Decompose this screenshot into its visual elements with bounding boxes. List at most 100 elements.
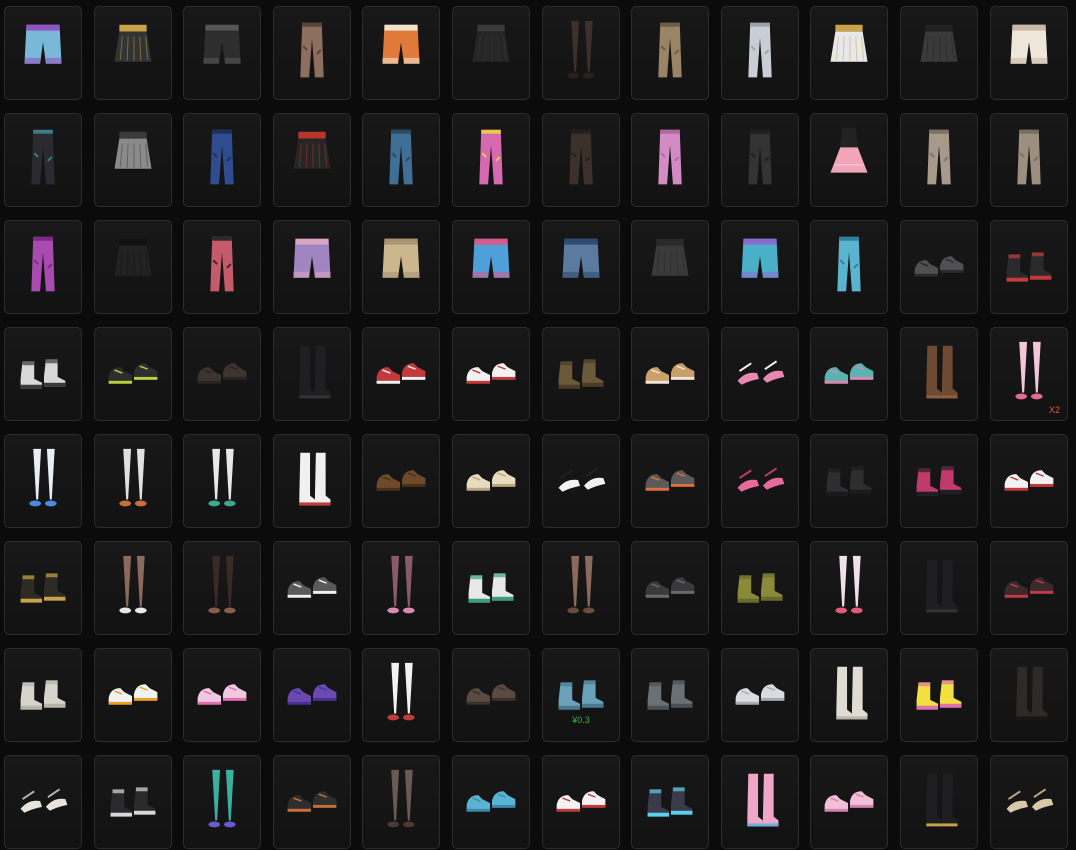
inventory-slot[interactable] xyxy=(94,648,172,742)
inventory-slot[interactable] xyxy=(810,113,888,207)
inventory-slot[interactable] xyxy=(273,113,351,207)
inventory-slot[interactable] xyxy=(4,755,82,849)
inventory-slot[interactable] xyxy=(183,220,261,314)
inventory-slot[interactable] xyxy=(362,434,440,528)
inventory-slot[interactable] xyxy=(452,113,530,207)
inventory-slot[interactable] xyxy=(990,113,1068,207)
inventory-slot[interactable] xyxy=(900,220,978,314)
inventory-slot[interactable] xyxy=(810,327,888,421)
inventory-slot[interactable] xyxy=(452,434,530,528)
inventory-slot[interactable] xyxy=(362,755,440,849)
inventory-slot[interactable] xyxy=(631,327,709,421)
inventory-slot[interactable] xyxy=(273,327,351,421)
inventory-slot[interactable] xyxy=(452,327,530,421)
inventory-slot[interactable] xyxy=(542,220,620,314)
inventory-slot[interactable] xyxy=(362,220,440,314)
inventory-slot[interactable] xyxy=(900,648,978,742)
inventory-slot[interactable] xyxy=(721,113,799,207)
inventory-slot[interactable] xyxy=(810,648,888,742)
inventory-slot[interactable] xyxy=(94,327,172,421)
inventory-slot[interactable] xyxy=(362,6,440,100)
inventory-slot[interactable] xyxy=(273,648,351,742)
inventory-slot[interactable] xyxy=(94,113,172,207)
inventory-slot[interactable] xyxy=(900,434,978,528)
inventory-slot[interactable] xyxy=(990,434,1068,528)
inventory-slot[interactable] xyxy=(631,434,709,528)
inventory-slot[interactable] xyxy=(94,755,172,849)
inventory-slot[interactable] xyxy=(273,755,351,849)
inventory-slot[interactable] xyxy=(362,541,440,635)
inventory-slot[interactable] xyxy=(183,434,261,528)
inventory-slot[interactable] xyxy=(721,6,799,100)
inventory-slot[interactable] xyxy=(4,220,82,314)
inventory-slot[interactable] xyxy=(810,755,888,849)
inventory-slot[interactable] xyxy=(4,648,82,742)
inventory-slot[interactable] xyxy=(542,541,620,635)
inventory-slot[interactable] xyxy=(273,220,351,314)
inventory-slot[interactable] xyxy=(4,434,82,528)
inventory-slot[interactable] xyxy=(721,755,799,849)
inventory-slot[interactable] xyxy=(452,648,530,742)
inventory-slot[interactable] xyxy=(4,113,82,207)
inventory-slot[interactable] xyxy=(542,755,620,849)
inventory-slot[interactable] xyxy=(542,434,620,528)
inventory-slot[interactable] xyxy=(990,755,1068,849)
inventory-slot[interactable] xyxy=(990,541,1068,635)
inventory-slot[interactable] xyxy=(94,541,172,635)
tall-boots-icon xyxy=(1016,666,1048,720)
inventory-slot[interactable] xyxy=(990,6,1068,100)
inventory-slot[interactable] xyxy=(542,327,620,421)
inventory-slot[interactable] xyxy=(990,220,1068,314)
inventory-slot[interactable] xyxy=(452,6,530,100)
inventory-slot[interactable] xyxy=(900,541,978,635)
inventory-slot[interactable] xyxy=(4,327,82,421)
inventory-slot[interactable] xyxy=(273,434,351,528)
inventory-slot[interactable] xyxy=(273,541,351,635)
inventory-slot[interactable] xyxy=(721,327,799,421)
inventory-slot[interactable] xyxy=(183,6,261,100)
inventory-slot[interactable] xyxy=(631,755,709,849)
inventory-slot[interactable] xyxy=(810,220,888,314)
inventory-slot[interactable] xyxy=(721,220,799,314)
inventory-slot[interactable] xyxy=(631,220,709,314)
inventory-slot[interactable] xyxy=(900,113,978,207)
inventory-slot[interactable] xyxy=(631,541,709,635)
inventory-slot[interactable] xyxy=(631,6,709,100)
inventory-slot[interactable] xyxy=(4,541,82,635)
inventory-slot[interactable] xyxy=(94,220,172,314)
inventory-slot[interactable] xyxy=(721,541,799,635)
inventory-slot[interactable] xyxy=(183,648,261,742)
inventory-slot[interactable] xyxy=(721,648,799,742)
inventory-slot[interactable] xyxy=(362,113,440,207)
inventory-slot[interactable] xyxy=(900,327,978,421)
inventory-slot[interactable] xyxy=(542,113,620,207)
inventory-slot[interactable] xyxy=(452,541,530,635)
inventory-slot[interactable] xyxy=(810,434,888,528)
inventory-slot[interactable] xyxy=(900,6,978,100)
inventory-slot[interactable] xyxy=(810,6,888,100)
inventory-slot[interactable] xyxy=(631,648,709,742)
inventory-slot[interactable] xyxy=(94,6,172,100)
inventory-slot[interactable] xyxy=(452,755,530,849)
inventory-slot[interactable] xyxy=(362,648,440,742)
inventory-slot[interactable] xyxy=(4,6,82,100)
inventory-slot[interactable]: ¥0.3 xyxy=(542,648,620,742)
inventory-slot[interactable] xyxy=(631,113,709,207)
inventory-slot[interactable]: X2 xyxy=(990,327,1068,421)
inventory-slot[interactable] xyxy=(183,541,261,635)
inventory-slot[interactable] xyxy=(183,327,261,421)
stockings-icon xyxy=(208,448,236,507)
inventory-slot[interactable] xyxy=(810,541,888,635)
inventory-slot[interactable] xyxy=(183,755,261,849)
inventory-slot[interactable] xyxy=(94,434,172,528)
inventory-slot[interactable] xyxy=(542,6,620,100)
inventory-slot[interactable] xyxy=(990,648,1068,742)
tall-boots-icon xyxy=(926,559,958,613)
inventory-slot[interactable] xyxy=(183,113,261,207)
inventory-slot[interactable] xyxy=(362,327,440,421)
inventory-slot[interactable] xyxy=(721,434,799,528)
inventory-slot[interactable] xyxy=(273,6,351,100)
inventory-slot[interactable] xyxy=(452,220,530,314)
stockings-icon xyxy=(29,448,57,507)
inventory-slot[interactable] xyxy=(900,755,978,849)
